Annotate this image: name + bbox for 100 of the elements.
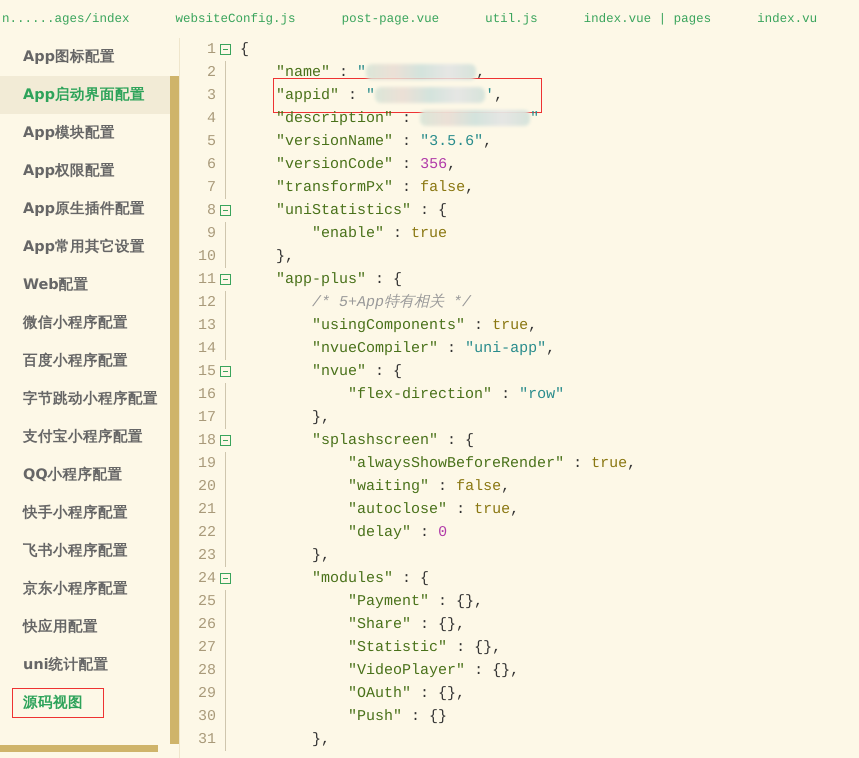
sidebar-item[interactable]: 快手小程序配置 <box>0 494 170 532</box>
code-token: "app-plus" <box>276 271 366 288</box>
sidebar-item[interactable]: 字节跳动小程序配置 <box>0 380 170 418</box>
code-token: : { <box>374 363 402 380</box>
code-token: : <box>500 386 512 403</box>
fold-icon[interactable] <box>220 274 231 285</box>
code-token: "Push" <box>348 708 402 725</box>
code-token: "usingComponents" <box>312 317 466 334</box>
scrollbar[interactable] <box>170 76 179 744</box>
code-token: "delay" <box>348 524 412 541</box>
code-token: { <box>240 41 250 58</box>
code-token: : <box>419 524 430 541</box>
file-tab[interactable]: n......ages/index <box>2 0 130 38</box>
fold-icon[interactable] <box>220 573 231 584</box>
code-token: , <box>483 133 492 150</box>
line-number: 10 <box>196 247 216 267</box>
code-token: : { <box>374 271 402 288</box>
file-tab[interactable]: index.vue | pages <box>584 0 712 38</box>
line-number: 4 <box>206 109 216 129</box>
code-token: false <box>420 179 466 196</box>
sidebar-item[interactable]: App启动界面配置 <box>0 76 170 114</box>
fold-icon[interactable] <box>220 366 231 377</box>
line-number: 15 <box>196 362 216 382</box>
code-token: : <box>572 455 584 472</box>
code-token: : { <box>446 432 474 449</box>
line-number: 7 <box>206 178 216 198</box>
line-number: 9 <box>206 224 216 244</box>
line-number: 14 <box>196 339 216 359</box>
sidebar-item[interactable]: App常用其它设置 <box>0 228 170 266</box>
code-token: "versionName" <box>276 133 394 150</box>
code-token: true <box>492 317 528 334</box>
line-number: 29 <box>196 684 216 704</box>
sidebar-item[interactable]: Web配置 <box>0 266 170 304</box>
code-token: "uni-app" <box>465 340 546 357</box>
line-number: 23 <box>196 546 216 566</box>
file-tab[interactable]: util.js <box>485 0 538 38</box>
code-token: "flex-direction" <box>348 386 492 403</box>
code-token: "OAuth" <box>348 685 412 702</box>
line-number: 20 <box>196 477 216 497</box>
file-tab[interactable]: post-page.vue <box>342 0 440 38</box>
sidebar-item[interactable]: 飞书小程序配置 <box>0 532 170 570</box>
line-number: 1 <box>206 40 216 60</box>
line-number: 24 <box>196 569 216 589</box>
code-token: "appid" <box>276 87 340 104</box>
sidebar-item[interactable]: uni统计配置 <box>0 646 170 684</box>
code-token: true <box>411 225 448 242</box>
file-tab[interactable]: websiteConfig.js <box>176 0 296 38</box>
line-number: 3 <box>206 86 216 106</box>
code-token: ' <box>485 87 494 104</box>
code-token: "autoclose" <box>348 501 448 518</box>
sidebar-item[interactable]: App图标配置 <box>0 38 170 76</box>
line-number: 13 <box>196 316 216 336</box>
line-number: 8 <box>206 201 216 221</box>
sidebar-item[interactable]: App权限配置 <box>0 152 170 190</box>
code-token: : {}, <box>419 685 466 702</box>
fold-icon[interactable] <box>220 205 231 216</box>
sidebar-item[interactable]: 京东小程序配置 <box>0 570 170 608</box>
code-token: "versionCode" <box>276 156 394 173</box>
fold-icon[interactable] <box>220 44 231 55</box>
code-token: : <box>392 225 404 242</box>
line-number: 16 <box>196 385 216 405</box>
scrollbar[interactable] <box>0 745 158 752</box>
code-token: "3.5.6" <box>420 133 484 150</box>
code-token: : <box>437 478 448 495</box>
code-token: }, <box>312 731 330 748</box>
code-token: true <box>474 501 510 518</box>
code-token: : <box>401 110 412 127</box>
code-token: /* 5+App特有相关 */ <box>312 294 472 311</box>
file-tab[interactable]: index.vu <box>757 0 818 38</box>
sidebar-item[interactable]: 微信小程序配置 <box>0 304 170 342</box>
code-token: : <box>338 64 350 81</box>
line-number: 11 <box>196 270 216 290</box>
sidebar-item[interactable]: App原生插件配置 <box>0 190 170 228</box>
code-token: " <box>357 64 366 81</box>
line-number: 25 <box>196 592 216 612</box>
code-token: : {} <box>410 708 448 725</box>
code-token: " <box>530 110 540 127</box>
code-token: : { <box>401 570 430 587</box>
code-token: "nvueCompiler" <box>312 340 438 357</box>
line-number: 2 <box>206 63 216 83</box>
line-number: 26 <box>196 615 216 635</box>
code-token: : <box>446 340 458 357</box>
code-token: , <box>465 179 474 196</box>
code-token: , <box>447 156 456 173</box>
sidebar-item[interactable]: App模块配置 <box>0 114 170 152</box>
code-token: "waiting" <box>348 478 430 495</box>
sidebar-item[interactable]: QQ小程序配置 <box>0 456 170 494</box>
code-token: "Statistic" <box>348 639 448 656</box>
line-number: 6 <box>206 155 216 175</box>
sidebar-item[interactable]: 源码视图 <box>0 684 170 722</box>
line-number: 30 <box>196 707 216 727</box>
sidebar-item[interactable]: 支付宝小程序配置 <box>0 418 170 456</box>
code-token: : { <box>419 202 448 219</box>
code-token: , <box>510 501 520 518</box>
line-number: 31 <box>196 730 216 750</box>
line-number: 5 <box>206 132 216 152</box>
sidebar-item[interactable]: 快应用配置 <box>0 608 170 646</box>
fold-icon[interactable] <box>220 435 231 446</box>
sidebar-item[interactable]: 百度小程序配置 <box>0 342 170 380</box>
code-token: "enable" <box>312 225 384 242</box>
